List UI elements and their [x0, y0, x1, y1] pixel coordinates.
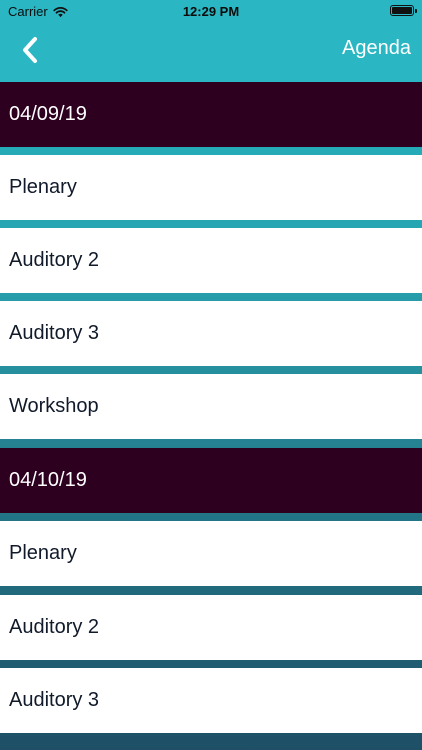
clock: 12:29 PM	[182, 4, 240, 19]
agenda-screen: Carrier 12:29 PM Agenda 04/09/19 Plenary	[0, 0, 422, 750]
room-item-auditory-3[interactable]: Auditory 3	[0, 301, 422, 366]
date-header: 04/10/19	[0, 448, 422, 513]
page-title: Agenda	[342, 37, 411, 59]
room-item-auditory-2[interactable]: Auditory 2	[0, 595, 422, 660]
back-button[interactable]	[12, 32, 48, 68]
room-item-plenary[interactable]: Plenary	[0, 155, 422, 220]
room-item-auditory-3[interactable]: Auditory 3	[0, 668, 422, 733]
status-bar: Carrier 12:29 PM	[0, 0, 422, 22]
date-header: 04/09/19	[0, 82, 422, 147]
app-header: Carrier 12:29 PM Agenda	[0, 0, 422, 82]
chevron-left-icon	[23, 37, 37, 63]
room-item-auditory-2[interactable]: Auditory 2	[0, 228, 422, 293]
battery-icon	[390, 5, 417, 16]
navigation-bar: Agenda	[0, 22, 422, 82]
room-item-workshop[interactable]: Workshop	[0, 374, 422, 439]
room-item-plenary[interactable]: Plenary	[0, 521, 422, 586]
